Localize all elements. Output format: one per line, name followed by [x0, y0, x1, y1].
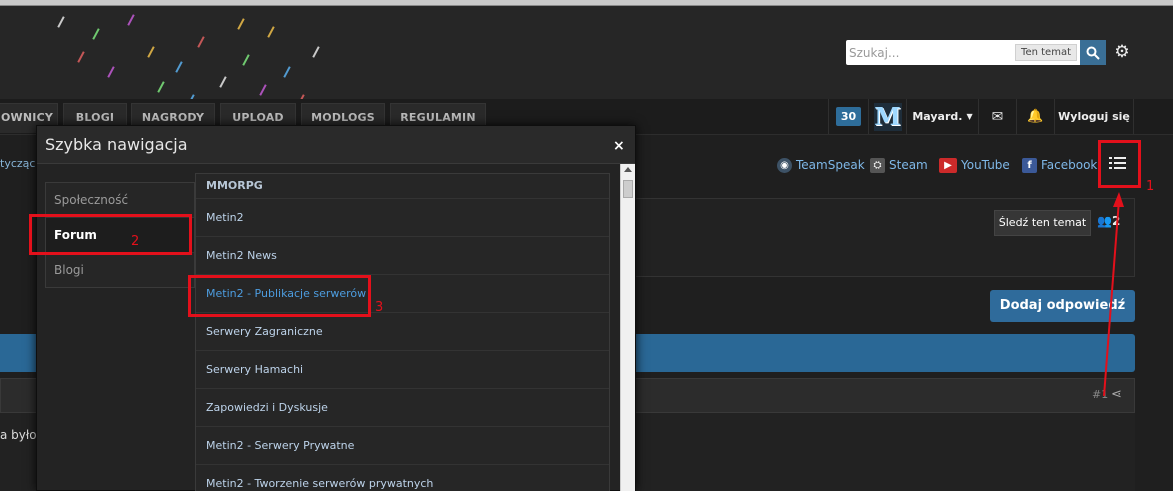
social-link-teamspeak[interactable]: ◉ TeamSpeak — [777, 157, 865, 173]
category-item-community[interactable]: Społeczność — [46, 183, 194, 218]
share-icon[interactable]: ⋖ — [1111, 387, 1122, 402]
forum-section-header[interactable]: MMORPG — [196, 174, 609, 199]
teamspeak-icon: ◉ — [777, 157, 792, 173]
banner-streak — [157, 81, 165, 93]
search-icon — [1086, 46, 1100, 60]
forum-item[interactable]: Serwery Hamachi — [196, 351, 609, 389]
post-number[interactable]: #1 — [1092, 388, 1108, 401]
messages-button[interactable]: ✉ — [978, 99, 1016, 134]
forum-item[interactable]: Zapowiedzi i Dyskusje — [196, 389, 609, 427]
followers-number: 2 — [1111, 214, 1121, 228]
forum-list: MMORPG Metin2 Metin2 News Metin2 - Publi… — [195, 173, 610, 491]
steam-icon: ⛭ — [870, 157, 885, 173]
gear-icon[interactable]: ⚙ — [1113, 41, 1131, 63]
social-link-youtube[interactable]: ▶ YouTube — [939, 157, 1010, 173]
post-text: a było — [0, 428, 37, 442]
notification-badge: 30 — [835, 107, 862, 126]
banner-streak — [57, 16, 65, 28]
search-box: Ten temat — [846, 40, 1080, 65]
banner-streak — [283, 66, 291, 78]
banner-streak — [219, 76, 227, 88]
modal-scrollbar[interactable] — [620, 164, 635, 491]
social-link-steam[interactable]: ⛭ Steam — [870, 157, 928, 173]
forum-item[interactable]: Metin2 - Serwery Prywatne — [196, 427, 609, 465]
category-item-blogs[interactable]: Blogi — [46, 253, 194, 288]
scroll-up-arrow-icon[interactable] — [624, 167, 632, 172]
banner-streak — [92, 28, 100, 40]
banner-streak — [77, 51, 85, 63]
social-label: Facebook — [1041, 158, 1098, 172]
caret-down-icon: ▼ — [966, 112, 973, 121]
banner-streak — [107, 66, 115, 78]
user-menu[interactable]: Mayard. ▼ — [906, 99, 978, 134]
envelope-icon: ✉ — [991, 108, 1004, 125]
social-link-facebook[interactable]: f Facebook — [1022, 157, 1097, 173]
search-input[interactable] — [849, 43, 1017, 62]
annotation-label-3: 3 — [375, 300, 384, 315]
search-scope-button[interactable]: Ten temat — [1015, 44, 1077, 61]
forum-item[interactable]: Serwery Zagraniczne — [196, 313, 609, 351]
annotation-box-1 — [1098, 140, 1141, 188]
users-icon: 👥 — [1097, 214, 1112, 228]
follow-topic-button[interactable]: Śledź ten temat — [994, 210, 1091, 236]
banner-streak — [175, 61, 183, 73]
followers-count: 👥2 — [1097, 214, 1120, 228]
banner-streak — [259, 84, 267, 96]
bell-icon: 🔔 — [1027, 109, 1044, 124]
banner-streak — [312, 46, 320, 58]
social-label: TeamSpeak — [796, 158, 865, 172]
forum-item[interactable]: Metin2 - Tworzenie serwerów prywatnych — [196, 465, 609, 491]
banner-streak — [147, 46, 155, 58]
avatar: M — [873, 102, 902, 131]
forum-item[interactable]: Metin2 News — [196, 237, 609, 275]
banner-streak — [127, 14, 135, 26]
youtube-icon: ▶ — [939, 157, 957, 173]
banner-streak — [242, 54, 250, 66]
logout-link[interactable]: Wyloguj się — [1054, 99, 1134, 134]
modal-title: Szybka nawigacja — [45, 135, 188, 154]
modal-header: Szybka nawigacja × — [37, 126, 635, 164]
facebook-icon: f — [1022, 157, 1037, 173]
close-icon[interactable]: × — [613, 138, 625, 154]
search-button[interactable] — [1080, 40, 1106, 65]
notifications-button[interactable]: 🔔 — [1016, 99, 1054, 134]
user-avatar-link[interactable]: M — [868, 99, 906, 134]
banner-streak — [267, 26, 275, 38]
annotation-label-1: 1 — [1146, 179, 1155, 194]
social-label: YouTube — [961, 158, 1010, 172]
notification-count[interactable]: 30 — [828, 99, 868, 134]
social-label: Steam — [889, 158, 928, 172]
annotation-label-2: 2 — [131, 234, 140, 249]
annotation-box-2 — [29, 214, 192, 255]
forum-item[interactable]: Metin2 — [196, 199, 609, 237]
add-reply-button[interactable]: Dodaj odpowiedź — [990, 290, 1135, 322]
scroll-thumb[interactable] — [623, 180, 633, 198]
banner-streak — [197, 36, 205, 48]
banner-streak — [237, 18, 245, 30]
annotation-box-3 — [188, 275, 371, 317]
username: Mayard. — [912, 110, 963, 123]
